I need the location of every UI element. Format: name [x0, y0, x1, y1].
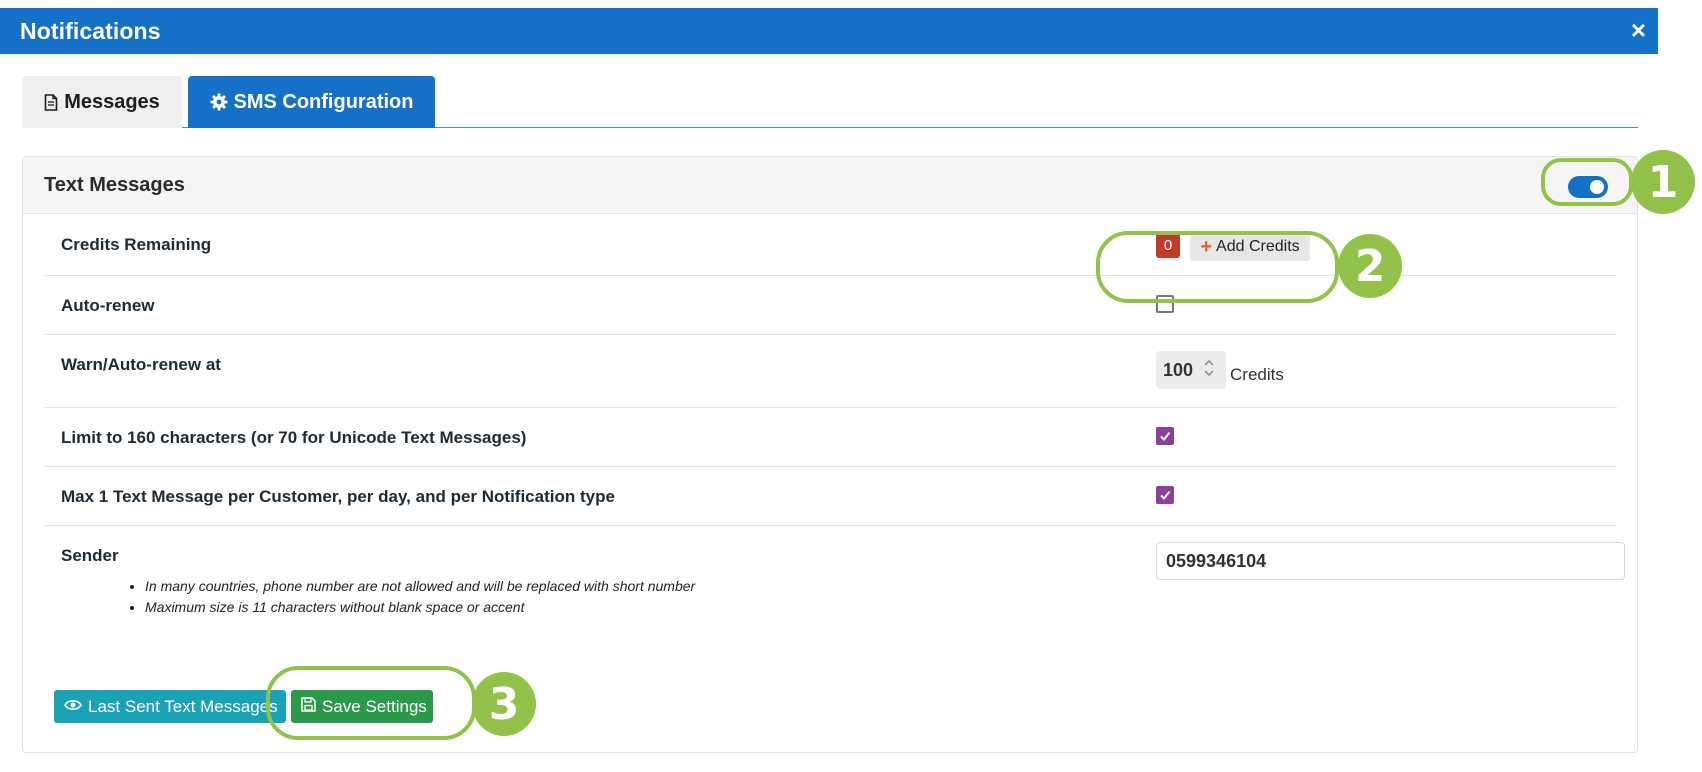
warn-auto-renew-label: Warn/Auto-renew at — [61, 355, 221, 374]
sender-note: Maximum size is 11 characters without bl… — [145, 599, 695, 615]
tab-sms-configuration[interactable]: SMS Configuration — [188, 76, 435, 128]
callout-ring-3 — [266, 666, 476, 740]
eye-icon — [64, 697, 82, 717]
max-one-message-label: Max 1 Text Message per Customer, per day… — [61, 487, 615, 506]
warn-quantity-stepper[interactable]: 100 — [1156, 351, 1226, 389]
limit-characters-label: Limit to 160 characters (or 70 for Unico… — [61, 428, 527, 447]
credits-unit-label: Credits — [1230, 365, 1284, 384]
close-icon[interactable]: × — [1631, 16, 1646, 44]
sender-note: In many countries, phone number are not … — [145, 578, 695, 594]
text-messages-panel: Text Messages Credits Remaining 0 + Add … — [22, 156, 1638, 753]
max-one-message-checkbox[interactable] — [1156, 486, 1174, 504]
modal-title: Notifications — [20, 18, 161, 44]
sender-notes: In many countries, phone number are not … — [145, 578, 695, 620]
gear-icon — [210, 93, 228, 111]
modal-header: Notifications × — [0, 8, 1658, 54]
row-limit-characters: Limit to 160 characters (or 70 for Unico… — [45, 408, 1617, 467]
tab-messages[interactable]: Messages — [22, 76, 182, 128]
stepper-value: 100 — [1163, 360, 1194, 380]
checkmark-icon — [1160, 490, 1171, 501]
panel-header: Text Messages — [23, 157, 1637, 214]
panel-title: Text Messages — [44, 174, 185, 196]
callout-ring-2 — [1096, 231, 1339, 303]
row-max-one-message: Max 1 Text Message per Customer, per day… — [45, 467, 1617, 526]
callout-badge-2: 2 — [1338, 234, 1402, 298]
callout-badge-1: 1 — [1631, 150, 1695, 214]
tab-messages-label: Messages — [64, 90, 160, 113]
callout-badge-3: 3 — [472, 672, 536, 736]
auto-renew-label: Auto-renew — [61, 296, 155, 315]
sender-label: Sender — [61, 546, 119, 565]
callout-ring-1 — [1541, 158, 1633, 206]
limit-characters-checkbox[interactable] — [1156, 427, 1174, 445]
checkmark-icon — [1160, 431, 1171, 442]
sender-input[interactable]: 0599346104 — [1156, 542, 1625, 580]
row-warn-auto-renew: Warn/Auto-renew at 100 Credits — [45, 335, 1617, 408]
credits-remaining-label: Credits Remaining — [61, 235, 212, 254]
last-sent-messages-label: Last Sent Text Messages — [88, 696, 278, 716]
row-sender: Sender In many countries, phone number a… — [45, 526, 1625, 656]
chevron-up-down-icon[interactable] — [1203, 358, 1215, 383]
tab-sms-configuration-label: SMS Configuration — [233, 90, 414, 113]
document-icon — [44, 93, 58, 111]
tab-bar: Messages SMS Configuration — [22, 76, 1638, 128]
last-sent-messages-button[interactable]: Last Sent Text Messages — [54, 690, 286, 723]
